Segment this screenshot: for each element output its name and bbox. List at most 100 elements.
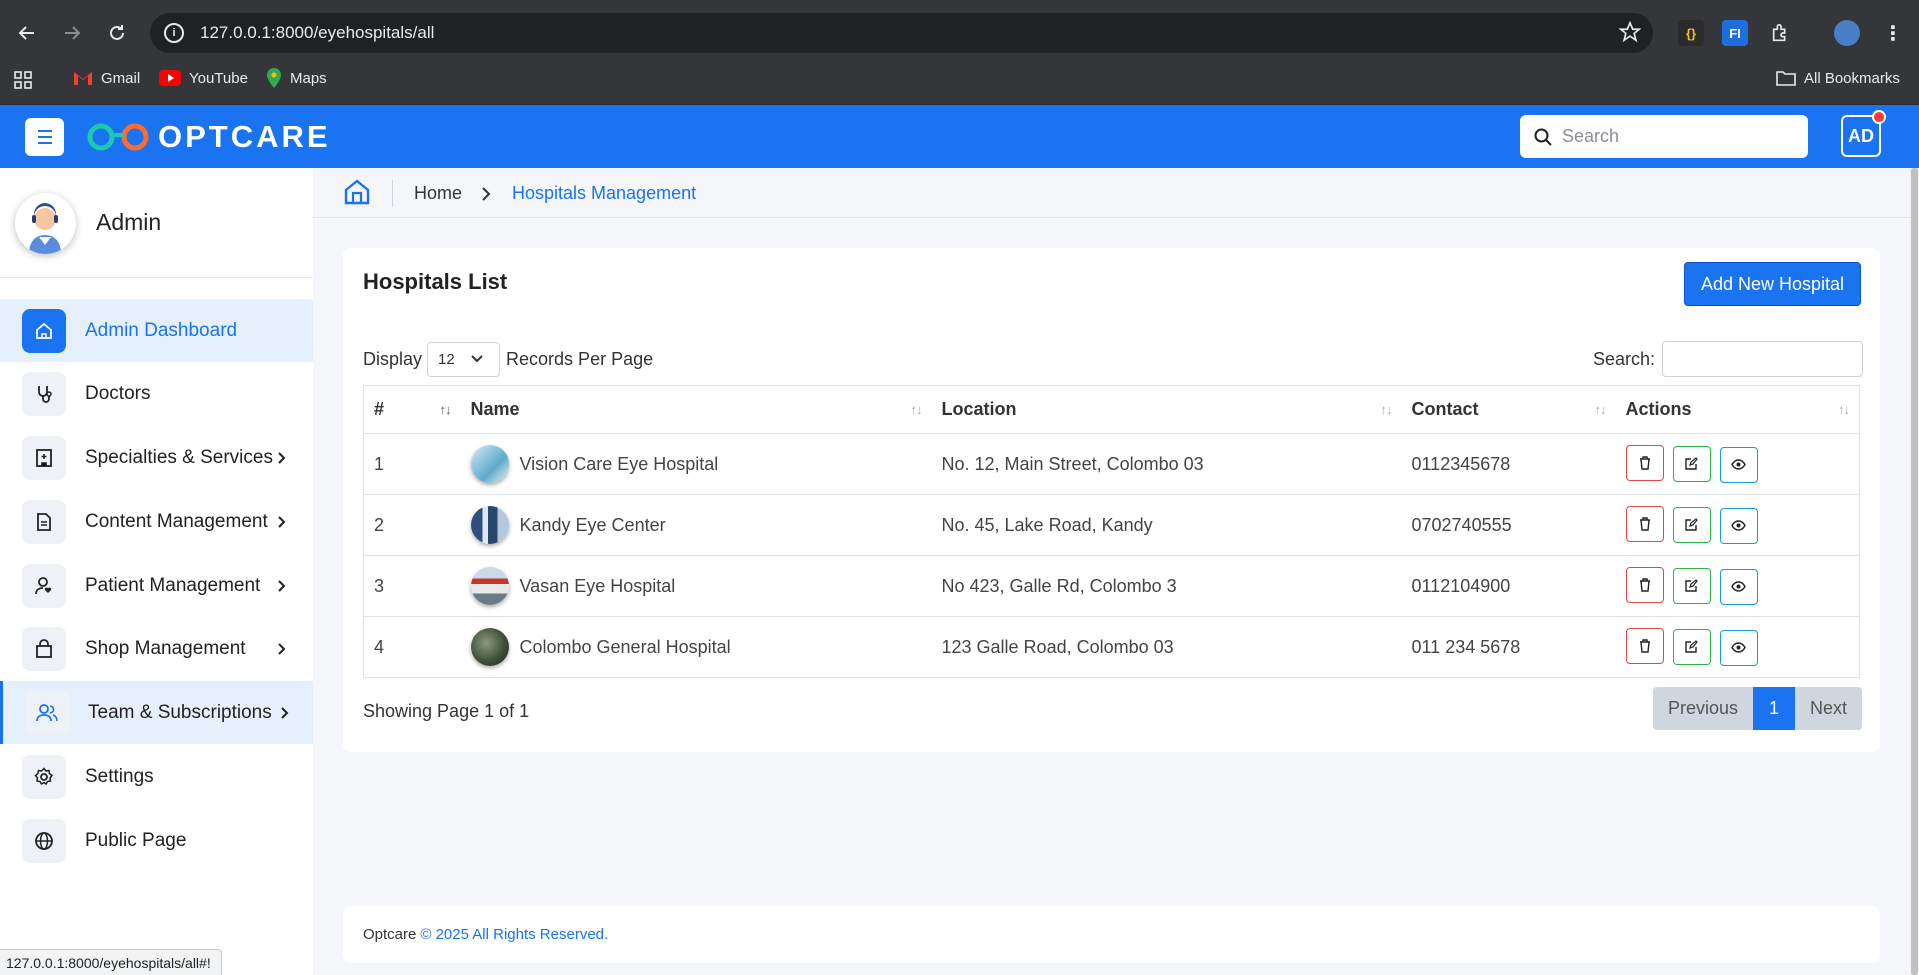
edit-button[interactable] <box>1672 628 1711 665</box>
table-row: 3 Vasan Eye Hospital No 423, Galle Rd, C… <box>363 555 1860 617</box>
current-page-button[interactable]: 1 <box>1753 687 1795 730</box>
breadcrumb-home[interactable]: Home <box>414 183 462 204</box>
browser-toolbar: i 127.0.0.1:8000/eyehospitals/all {} FI … <box>0 0 1919 66</box>
view-button[interactable] <box>1719 629 1758 666</box>
extensions-puzzle-icon[interactable] <box>1768 20 1794 46</box>
footer-rights[interactable]: © 2025 All Rights Reserved. <box>420 926 608 943</box>
eye-icon <box>1731 581 1746 592</box>
sort-icon[interactable]: ↑↓ <box>911 402 923 417</box>
bookmark-star-icon[interactable] <box>1619 21 1641 43</box>
table-row: 1 Vision Care Eye Hospital No. 12, Main … <box>363 433 1860 495</box>
sort-icon[interactable]: ↑↓ <box>440 402 452 417</box>
hospital-location: 123 Galle Road, Colombo 03 <box>931 616 1402 678</box>
bookmark-label: Maps <box>290 69 327 87</box>
sidebar-item-admin-dashboard[interactable]: Admin Dashboard <box>0 299 313 362</box>
delete-button[interactable] <box>1625 445 1664 482</box>
reload-icon <box>110 25 124 40</box>
sidebar-item-shop-management[interactable]: Shop Management <box>0 617 313 680</box>
address-bar[interactable]: i 127.0.0.1:8000/eyehospitals/all <box>150 13 1653 53</box>
page-scrollbar[interactable] <box>1910 168 1919 975</box>
app-header: OPTCARE AD <box>0 105 1919 168</box>
column-header-name[interactable]: Name ↑↓ <box>460 385 932 434</box>
next-page-button[interactable]: Next <box>1795 687 1862 730</box>
column-header-contact[interactable]: Contact ↑↓ <box>1401 385 1616 434</box>
per-page-select[interactable]: 12 <box>427 341 501 377</box>
chevron-right-icon <box>281 706 289 719</box>
sidebar-item-label: Team & Subscriptions <box>88 701 272 723</box>
view-button[interactable] <box>1719 507 1758 544</box>
hospitals-card: Hospitals List Add New Hospital Display … <box>343 248 1880 752</box>
column-header-location[interactable]: Location ↑↓ <box>931 385 1402 434</box>
admin-avatar <box>15 193 76 254</box>
hamburger-icon <box>37 130 52 144</box>
bookmark-gmail[interactable]: Gmail <box>73 69 140 87</box>
bookmark-maps[interactable]: Maps <box>266 68 327 88</box>
search-icon <box>1534 128 1552 146</box>
bookmark-youtube[interactable]: YouTube <box>159 69 248 87</box>
edit-button[interactable] <box>1672 567 1711 604</box>
sort-icon[interactable]: ↑↓ <box>1838 402 1850 417</box>
breadcrumb-divider <box>392 180 393 207</box>
card-title: Hospitals List <box>363 269 508 294</box>
row-actions <box>1615 555 1860 617</box>
delete-button[interactable] <box>1625 628 1664 665</box>
sidebar-item-label: Content Management <box>85 510 268 532</box>
chevron-right-icon <box>278 642 286 655</box>
hospital-thumbnail <box>470 628 509 666</box>
hospital-name-cell: Vision Care Eye Hospital <box>460 433 932 495</box>
document-icon <box>22 499 66 544</box>
sidebar-item-settings[interactable]: Settings <box>0 745 313 808</box>
header-search[interactable] <box>1520 115 1808 158</box>
reload-button[interactable] <box>102 18 132 48</box>
logo[interactable]: OPTCARE <box>86 119 331 154</box>
fi-extension-icon[interactable]: FI <box>1722 20 1748 46</box>
user-avatar-button[interactable]: AD <box>1841 110 1886 157</box>
sidebar-item-patient-management[interactable]: Patient Management <box>0 554 313 617</box>
delete-button[interactable] <box>1625 567 1664 604</box>
eye-icon <box>1731 459 1746 470</box>
sidebar-item-label: Doctors <box>85 382 151 404</box>
sidebar-item-content-management[interactable]: Content Management <box>0 490 313 553</box>
edit-icon <box>1685 518 1698 531</box>
search-label: Search: <box>1593 348 1656 369</box>
delete-button[interactable] <box>1625 506 1664 543</box>
apps-grid-icon[interactable] <box>14 71 32 89</box>
kebab-menu-icon[interactable]: ⋮ <box>1880 20 1906 46</box>
view-button[interactable] <box>1719 568 1758 605</box>
notification-dot <box>1872 110 1886 124</box>
menu-toggle-button[interactable] <box>25 118 64 156</box>
admin-name: Admin <box>96 209 162 235</box>
all-bookmarks[interactable]: All Bookmarks <box>1776 69 1900 87</box>
edit-button[interactable] <box>1672 445 1711 482</box>
scrollbar-thumb[interactable] <box>1911 168 1918 975</box>
team-icon <box>25 690 69 735</box>
column-header-number[interactable]: # ↑↓ <box>363 385 461 434</box>
add-new-hospital-button[interactable]: Add New Hospital <box>1684 262 1861 306</box>
view-button[interactable] <box>1719 446 1758 483</box>
forward-button[interactable] <box>57 18 87 48</box>
sidebar-item-specialties-services[interactable]: Specialties & Services <box>0 426 313 489</box>
sidebar-item-team-subscriptions[interactable]: Team & Subscriptions <box>0 681 313 744</box>
home-icon[interactable] <box>343 179 371 205</box>
profile-avatar-icon[interactable] <box>1834 20 1860 46</box>
table-search-input[interactable] <box>1662 341 1864 377</box>
sort-icon[interactable]: ↑↓ <box>1381 402 1393 417</box>
hospitals-table: # ↑↓ Name ↑↓ Location ↑↓ Contact ↑↓ Actions ↑… <box>363 385 1860 678</box>
edit-button[interactable] <box>1672 506 1711 543</box>
sidebar-item-doctors[interactable]: Doctors <box>0 362 313 425</box>
sort-icon[interactable]: ↑↓ <box>1595 402 1607 417</box>
hospital-contact: 011 234 5678 <box>1401 616 1616 678</box>
trash-icon <box>1639 578 1650 592</box>
folder-icon <box>1776 71 1796 86</box>
arrow-left-icon <box>18 26 34 40</box>
sidebar-item-public-page[interactable]: Public Page <box>0 809 313 872</box>
building-icon <box>22 435 66 480</box>
back-button[interactable] <box>12 18 42 48</box>
site-info-icon[interactable]: i <box>164 23 184 43</box>
row-number: 2 <box>363 494 461 556</box>
header-search-input[interactable] <box>1562 126 1792 147</box>
json-extension-icon[interactable]: {} <box>1678 20 1704 46</box>
edit-icon <box>1685 640 1698 653</box>
column-header-actions[interactable]: Actions ↑↓ <box>1615 385 1860 434</box>
previous-page-button[interactable]: Previous <box>1653 687 1753 730</box>
